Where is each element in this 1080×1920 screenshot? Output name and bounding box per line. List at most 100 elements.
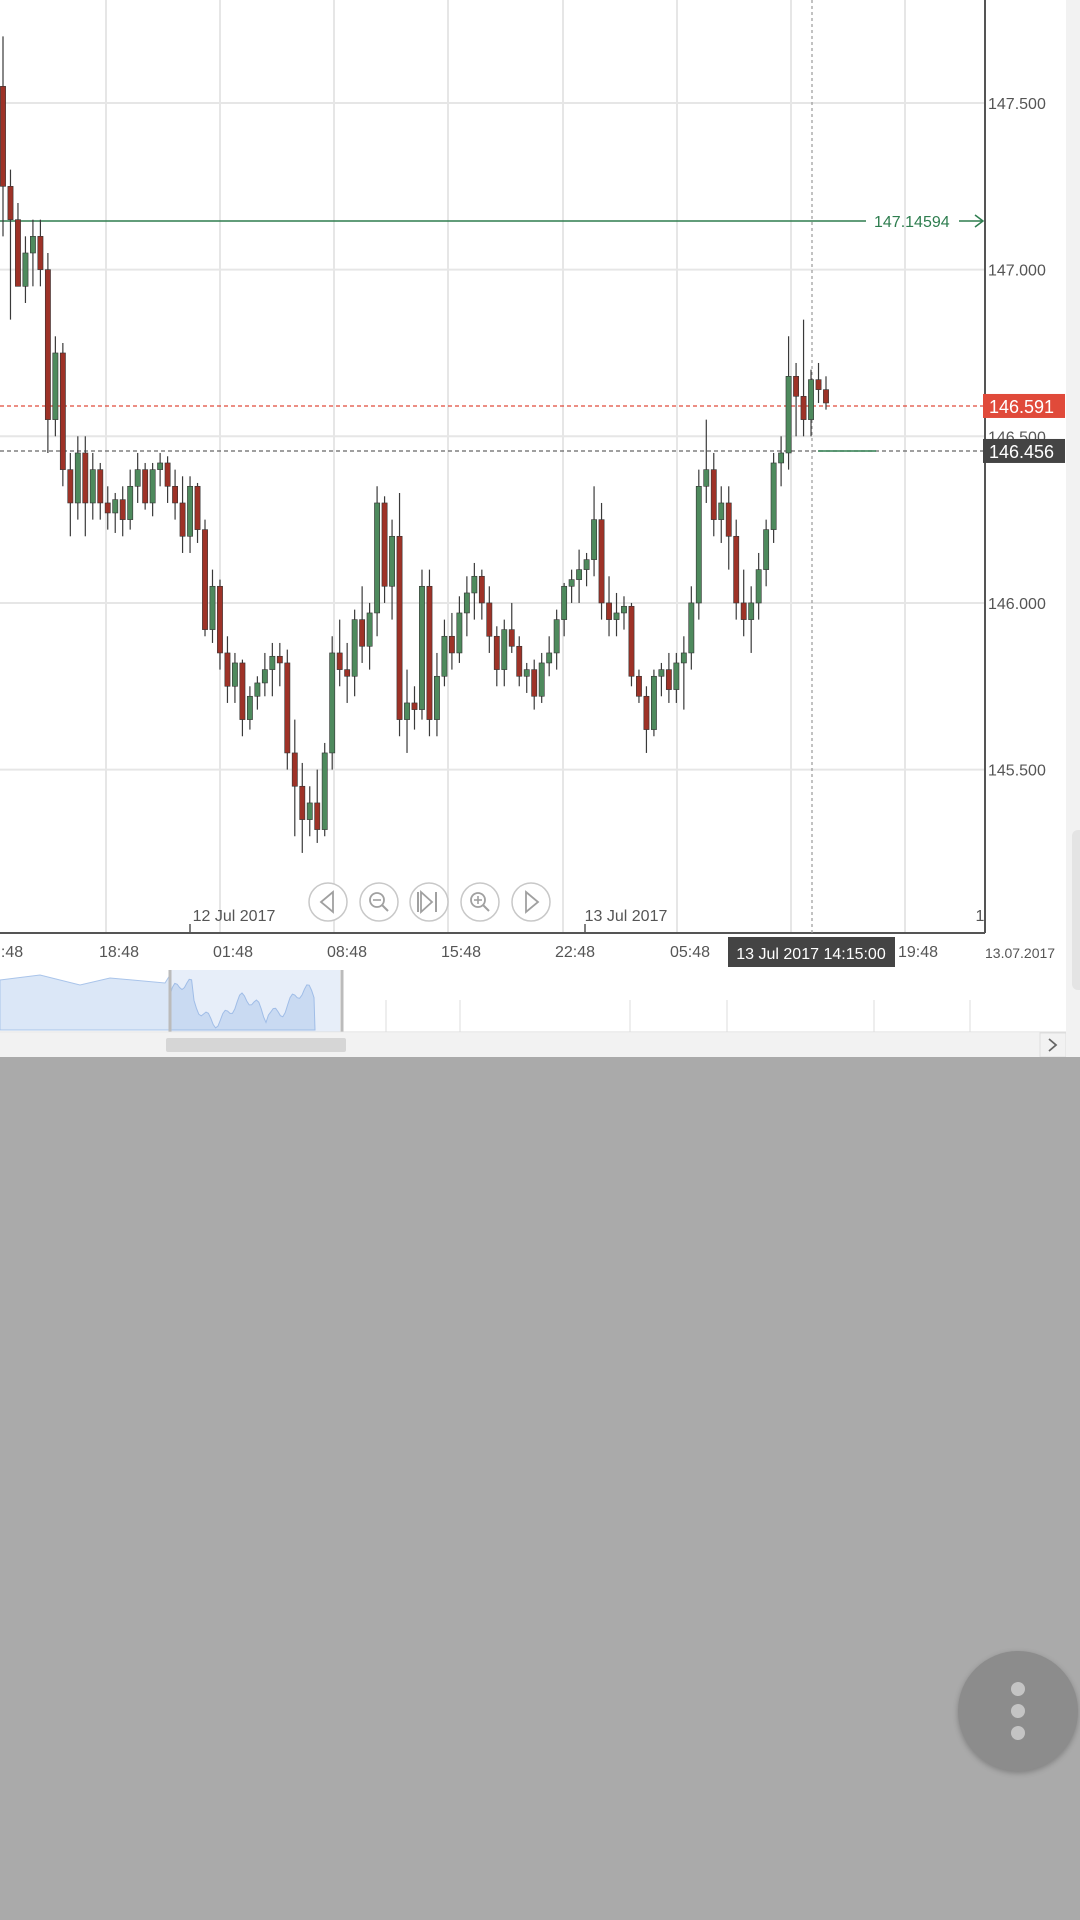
candle-up [404,702,410,720]
candle-down [194,485,201,530]
candle-down [164,462,171,487]
candle-down [7,186,14,220]
candle-up [568,579,575,587]
candle-down [67,469,74,504]
candle-up [778,452,785,464]
scrollbar-thumb[interactable] [166,1038,346,1052]
date-marker-label: 13 Jul 2017 [585,908,668,925]
candle-up [770,462,777,530]
candle-up [785,376,792,454]
y-tick-label: 147.500 [988,96,1046,113]
level-line-label: 147.14594 [874,214,950,231]
candle-up [134,469,141,487]
edge-handle[interactable] [1072,830,1080,990]
candle-down [493,635,500,670]
candle-down [800,396,807,420]
candle-down [665,669,672,690]
candle-down [202,529,208,630]
x-tick-label: 22:48 [555,944,595,961]
candle-down [119,499,126,520]
candle-down [478,575,485,604]
candle-up [246,695,253,720]
candle-up [688,602,695,654]
candle-up [695,485,702,604]
more-vertical-icon-dot [1011,1704,1025,1718]
skip-to-end-icon[interactable] [409,882,449,922]
candle-down [217,585,223,654]
chart-grid [0,0,985,933]
candle-up [187,485,193,537]
candle-down [823,389,829,404]
candle-down [104,502,111,514]
candle-down [82,452,89,504]
scrollbar-track [0,1033,1066,1057]
candle-down [396,535,403,720]
candle-up [261,669,268,684]
candle-down [44,269,51,420]
candle-up [613,612,620,620]
candle-up [553,619,560,654]
candle-up [763,529,770,570]
price-chart[interactable]: 147.500147.000146.500146.000145.500147.1… [0,0,1066,1057]
candle-down [725,502,732,537]
candle-down [276,655,283,664]
candle-up [576,569,583,580]
y-tick-label: 146.000 [988,596,1046,613]
candle-down [142,469,149,504]
candle-up [471,575,478,594]
candle-up [583,559,590,570]
candle-up [389,535,395,587]
candle-up [703,469,710,487]
arrow-right-icon[interactable] [511,882,551,922]
candle-down [448,635,455,654]
candle-up [419,585,425,710]
chart-panel[interactable]: 147.500 147.000 146.500 146.000 145.500 147.1… [0,0,1066,1057]
candle-up [74,452,81,504]
candle-up [463,592,470,614]
candle-up [329,652,336,754]
candle-up [658,669,665,677]
candle-up [374,502,381,614]
candle-up [52,352,59,420]
candle-up [755,569,762,604]
candle-up [808,379,814,420]
x-end-label: 13.07.2017 [985,945,1055,961]
candle-up [157,462,164,470]
crosshair-price-label: 146.456 [989,442,1054,462]
candle-down [793,376,799,397]
candle-up [321,752,328,830]
candle-up [269,655,276,670]
candle-up [441,635,448,677]
candle-up [30,236,36,254]
scrollbar-right-button[interactable] [1039,1032,1066,1057]
more-options-button[interactable] [958,1651,1078,1771]
candle-down [426,585,433,720]
x-tick-label: 19:48 [898,944,938,961]
candle-up [538,662,545,697]
more-vertical-icon-dot [1011,1726,1025,1740]
candle-up [591,519,597,560]
candle-up [501,629,508,670]
x-tick-label: 18:48 [99,944,139,961]
candle-down [486,602,493,637]
right-edge-strip [1066,0,1080,1057]
candle-up [523,669,530,677]
navigator [0,968,1066,1033]
candle-up [748,602,755,620]
level-arrow-icon [959,214,985,228]
candle-down [0,86,6,187]
candle-down [59,352,66,470]
candle-up [680,652,687,664]
candle-down [628,605,635,677]
candle-down [531,669,538,697]
zoom-in-icon[interactable] [460,882,500,922]
candle-up [351,619,358,677]
candle-up [112,499,119,514]
candle-down [15,219,21,287]
zoom-out-icon[interactable] [359,882,399,922]
candle-up [546,652,553,664]
arrow-left-icon[interactable] [308,882,348,922]
y-tick-label: 145.500 [988,763,1046,780]
current-price-label: 146.591 [989,397,1054,417]
candle-up [209,585,216,630]
